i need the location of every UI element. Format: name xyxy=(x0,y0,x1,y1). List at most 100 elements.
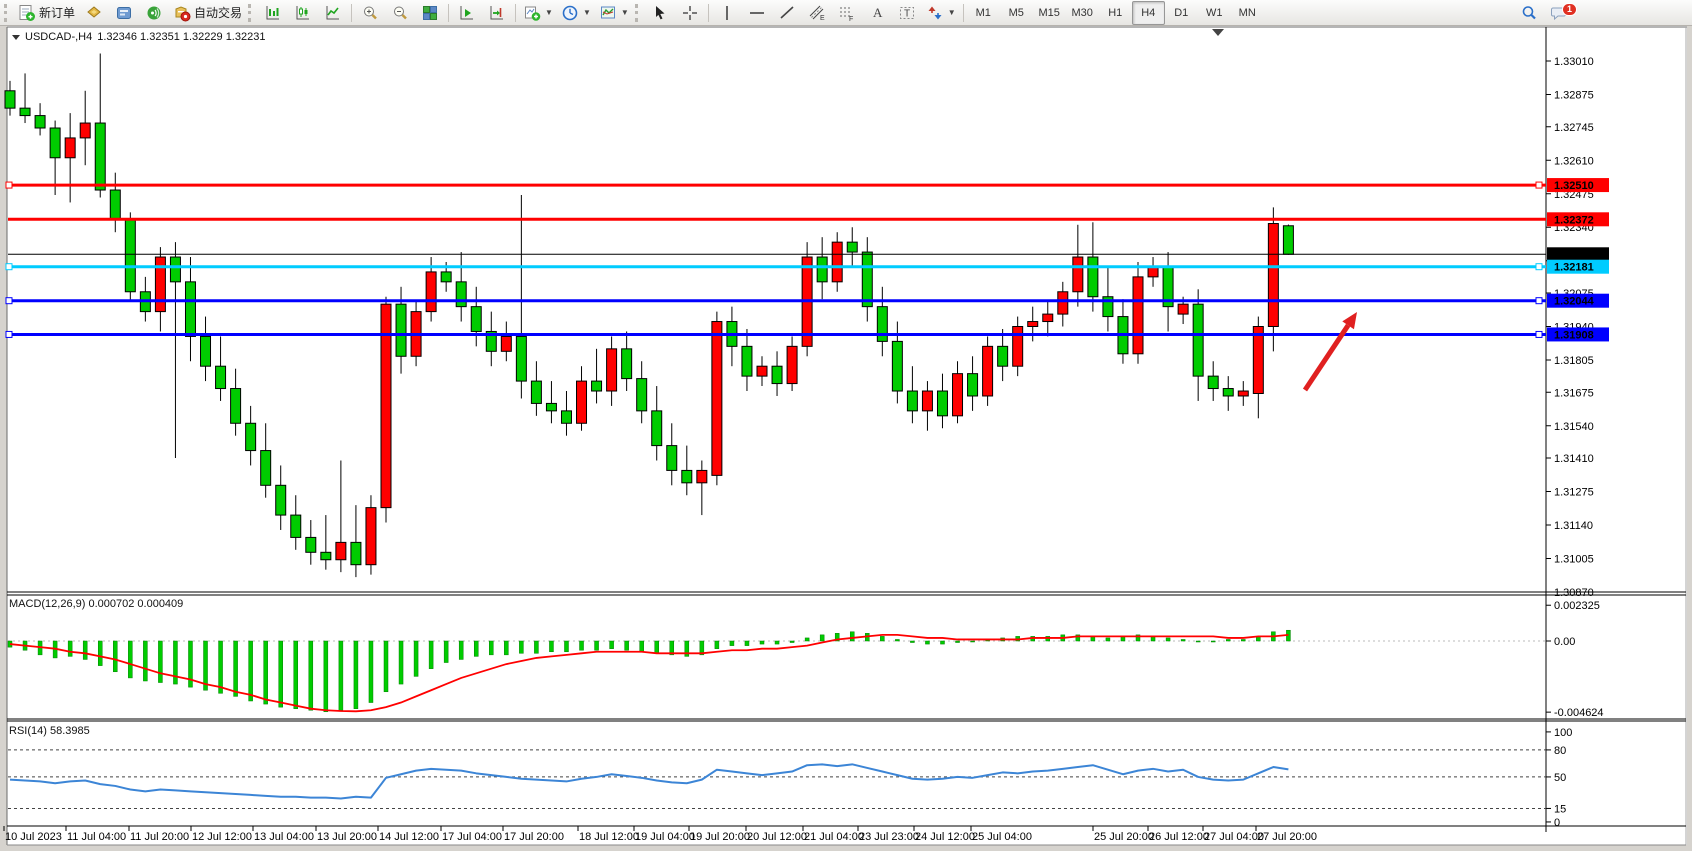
new-order-icon xyxy=(18,4,36,22)
candle-body xyxy=(607,349,617,391)
candle-body xyxy=(1208,376,1218,388)
line-handle[interactable] xyxy=(1536,264,1542,270)
zoom-in-icon xyxy=(361,4,379,22)
toolbar-grip[interactable] xyxy=(248,4,254,22)
candle-body xyxy=(321,552,331,559)
candle-body xyxy=(276,485,286,515)
macd-histogram-bar xyxy=(504,641,508,655)
autotrading-button[interactable]: 自动交易 xyxy=(169,1,246,25)
horizontal-line-button[interactable] xyxy=(742,1,772,25)
candle-body xyxy=(216,366,226,388)
timeframe-button-D1[interactable]: D1 xyxy=(1165,1,1198,25)
templates-button[interactable]: ▼ xyxy=(595,1,633,25)
line-handle[interactable] xyxy=(6,182,12,188)
line-handle[interactable] xyxy=(6,264,12,270)
macd-histogram-bar xyxy=(1196,641,1200,642)
macd-histogram-bar xyxy=(820,635,824,641)
notifications-button[interactable]: 1 xyxy=(1544,1,1574,25)
candle-body xyxy=(1013,327,1023,367)
timeframe-button-W1[interactable]: W1 xyxy=(1198,1,1231,25)
time-tick-label: 11 Jul 04:00 xyxy=(67,831,126,843)
tile-windows-button[interactable] xyxy=(415,1,445,25)
vertical-line-button[interactable] xyxy=(712,1,742,25)
candle-body xyxy=(697,470,707,482)
macd-histogram-bar xyxy=(68,641,72,656)
macd-histogram-bar xyxy=(324,641,328,712)
label-button[interactable]: T xyxy=(892,1,922,25)
timeframe-button-M5[interactable]: M5 xyxy=(1000,1,1033,25)
fibonacci-button[interactable]: F xyxy=(832,1,862,25)
text-button[interactable]: A xyxy=(862,1,892,25)
text-icon: A xyxy=(868,4,886,22)
svg-text:A: A xyxy=(873,5,883,20)
macd-histogram-bar xyxy=(730,641,734,646)
cursor-icon xyxy=(651,4,669,22)
channel-button[interactable]: E xyxy=(802,1,832,25)
crosshair-button[interactable] xyxy=(675,1,705,25)
search-button[interactable] xyxy=(1514,1,1544,25)
chart-shift-button[interactable] xyxy=(482,1,512,25)
trendline-button[interactable] xyxy=(772,1,802,25)
autotrading-label: 自动交易 xyxy=(194,4,242,21)
macd-histogram-bar xyxy=(219,641,223,693)
candle-body xyxy=(1223,389,1233,396)
candle-body xyxy=(652,411,662,446)
timeframe-button-M30[interactable]: M30 xyxy=(1066,1,1099,25)
timeframe-button-M1[interactable]: M1 xyxy=(967,1,1000,25)
line-handle[interactable] xyxy=(6,331,12,337)
price-badge-label: 1.32044 xyxy=(1554,296,1595,308)
zoom-out-button[interactable] xyxy=(385,1,415,25)
timeframe-button-H1[interactable]: H1 xyxy=(1099,1,1132,25)
periods-button[interactable]: ▼ xyxy=(557,1,595,25)
toolbar-grip[interactable] xyxy=(4,4,10,22)
price-badge-label: 1.32181 xyxy=(1554,262,1594,274)
macd-histogram-bar xyxy=(519,641,523,653)
candlestick-chart-button[interactable] xyxy=(288,1,318,25)
timeframe-button-MN[interactable]: MN xyxy=(1231,1,1264,25)
rsi-tick-label: 0 xyxy=(1554,817,1560,829)
candle-body xyxy=(1133,277,1143,354)
toolbar-grip[interactable] xyxy=(635,4,641,22)
indicators-button[interactable]: ▼ xyxy=(519,1,557,25)
auto-scroll-button[interactable] xyxy=(452,1,482,25)
rsi-tick-label: 15 xyxy=(1554,803,1566,815)
collapse-icon[interactable] xyxy=(12,35,20,40)
macd-histogram-bar xyxy=(940,641,944,644)
macd-histogram-bar xyxy=(339,641,343,710)
blue-app-button[interactable] xyxy=(109,1,139,25)
line-handle[interactable] xyxy=(1536,182,1542,188)
price-tick-label: 1.31140 xyxy=(1554,520,1593,532)
candle-body xyxy=(847,242,857,252)
line-handle[interactable] xyxy=(6,298,12,304)
macd-histogram-bar xyxy=(234,641,238,696)
line-handle[interactable] xyxy=(1536,331,1542,337)
green-signal-button[interactable] xyxy=(139,1,169,25)
candle-body xyxy=(95,123,105,190)
candle-body xyxy=(546,403,556,410)
arrows-button[interactable]: ▼ xyxy=(922,1,960,25)
bar-chart-button[interactable] xyxy=(258,1,288,25)
timeframe-button-H4[interactable]: H4 xyxy=(1132,1,1165,25)
gold-diamond-button[interactable] xyxy=(79,1,109,25)
price-badge-label: 1.31908 xyxy=(1554,329,1594,341)
vertical-line-icon xyxy=(718,4,736,22)
macd-histogram-bar xyxy=(384,641,388,692)
new-order-button[interactable]: 新订单 xyxy=(14,1,79,25)
price-tick-label: 1.31805 xyxy=(1554,355,1594,367)
autotrading-icon xyxy=(173,4,191,22)
line-handle[interactable] xyxy=(1536,298,1542,304)
macd-histogram-bar xyxy=(414,641,418,676)
time-tick-label: 12 Jul 12:00 xyxy=(192,831,252,843)
price-tick-label: 1.31410 xyxy=(1554,453,1594,465)
macd-histogram-bar xyxy=(143,641,147,681)
chart-canvas[interactable]: 1.330101.328751.327451.326101.324751.323… xyxy=(0,0,1692,851)
line-chart-button[interactable] xyxy=(318,1,348,25)
zoom-in-button[interactable] xyxy=(355,1,385,25)
timeframe-button-M15[interactable]: M15 xyxy=(1033,1,1066,25)
macd-histogram-bar xyxy=(354,641,358,709)
time-tick-label: 13 Jul 04:00 xyxy=(254,831,314,843)
cursor-button[interactable] xyxy=(645,1,675,25)
chart-shift-icon xyxy=(488,4,506,22)
price-tick-label: 1.31275 xyxy=(1554,487,1594,499)
toolbar-separator xyxy=(515,4,516,22)
